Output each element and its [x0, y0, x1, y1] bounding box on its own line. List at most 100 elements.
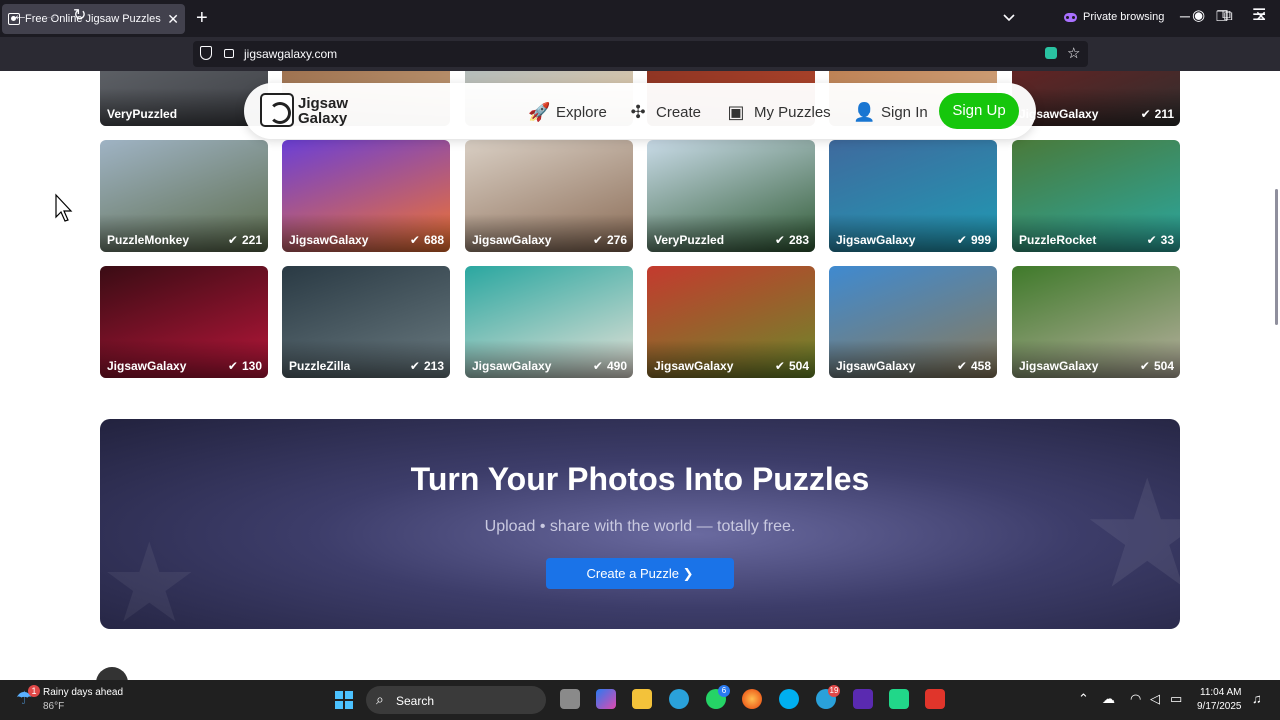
puzzle-box-icon: ▣: [727, 102, 745, 122]
user-icon: 👤: [853, 102, 876, 122]
reload-icon[interactable]: ↻: [73, 7, 86, 25]
clock-date[interactable]: 9/17/2025: [1197, 701, 1242, 712]
puzzle-tile[interactable]: JigsawGalaxy ✔ 490: [465, 266, 633, 378]
notification-bell-icon[interactable]: ♫: [1252, 691, 1262, 706]
create-puzzle-banner: ★ ★ Turn Your Photos Into Puzzles Upload…: [100, 419, 1180, 629]
play-count-value: 283: [788, 233, 809, 247]
logo-line-2: Galaxy: [298, 110, 348, 127]
close-tab-icon[interactable]: ✕: [167, 11, 179, 28]
banner-subtitle: Upload • share with the world — totally …: [484, 518, 796, 535]
bookmark-star-icon[interactable]: ☆: [1067, 44, 1080, 62]
puzzle-play-count: ✔ 490: [593, 359, 627, 373]
puzzle-piece-icon: ✣: [630, 102, 646, 122]
task-view-icon[interactable]: [560, 689, 580, 709]
file-explorer-icon[interactable]: [632, 689, 652, 709]
play-count-value: 211: [1154, 107, 1174, 121]
puzzle-play-count: ✔ 221: [228, 233, 262, 247]
puzzle-tile[interactable]: VeryPuzzled ✔ 283: [647, 140, 815, 252]
puzzle-author: PuzzleRocket: [1019, 233, 1097, 247]
puzzle-author: JigsawGalaxy: [836, 233, 916, 247]
chevron-right-icon: ❯: [682, 566, 694, 581]
puzzle-tile[interactable]: JigsawGalaxy ✔ 688: [282, 140, 450, 252]
telegram-badge: 19: [828, 685, 840, 697]
extensions-puzzle-icon[interactable]: ⧉: [1222, 7, 1233, 25]
nav-sign-in-label: Sign In: [881, 103, 928, 121]
back-icon[interactable]: ←: [12, 7, 28, 25]
new-tab-icon[interactable]: +: [196, 8, 208, 28]
firefox-private-icon[interactable]: [853, 689, 873, 709]
checkmark-icon: ✔: [956, 359, 967, 373]
firefox-icon[interactable]: [742, 689, 762, 709]
browser-tab[interactable]: Free Online Jigsaw Puzzles for A ✕: [2, 4, 185, 34]
puzzle-tile[interactable]: JigsawGalaxy ✔ 999: [829, 140, 997, 252]
weather-summary[interactable]: Rainy days ahead: [43, 687, 123, 698]
play-count-value: 688: [423, 233, 444, 247]
scrollbar[interactable]: [1275, 189, 1278, 325]
pycharm-icon[interactable]: [889, 689, 909, 709]
private-mask-icon: [1064, 12, 1077, 22]
puzzle-tile[interactable]: JigsawGalaxy ✔ 458: [829, 266, 997, 378]
jigsaw-galaxy-logo-icon[interactable]: [260, 93, 294, 127]
skype-icon[interactable]: [779, 689, 799, 709]
puzzle-tile[interactable]: PuzzleMonkey ✔ 221: [100, 140, 268, 252]
volume-icon[interactable]: ◁: [1150, 691, 1160, 707]
checkmark-icon: ✔: [956, 233, 967, 247]
recorder-icon[interactable]: [925, 689, 945, 709]
puzzle-play-count: ✔ 213: [410, 359, 444, 373]
puzzle-play-count: ✔ 130: [228, 359, 262, 373]
nav-create[interactable]: ✣ Create: [628, 102, 701, 122]
play-count-value: 221: [241, 233, 262, 247]
puzzle-tile[interactable]: JigsawGalaxy ✔ 504: [647, 266, 815, 378]
windows-start-icon[interactable]: [335, 691, 353, 709]
extension-icon[interactable]: [1045, 47, 1057, 59]
url-text[interactable]: jigsawgalaxy.com: [244, 47, 337, 61]
copilot-icon[interactable]: [596, 689, 616, 709]
checkmark-icon: ✔: [227, 233, 238, 247]
puzzle-author: JigsawGalaxy: [654, 359, 734, 373]
hamburger-menu-icon[interactable]: ☰: [1252, 7, 1266, 25]
puzzle-play-count: ✔ 211: [1141, 107, 1174, 121]
clock-time[interactable]: 11:04 AM: [1200, 687, 1242, 698]
puzzle-play-count: ✔ 276: [593, 233, 627, 247]
private-browsing-label: Private browsing: [1083, 11, 1165, 23]
weather-temperature[interactable]: 86°F: [43, 701, 64, 712]
puzzle-tile[interactable]: JigsawGalaxy ✔ 211: [1012, 71, 1180, 126]
create-a-puzzle-button[interactable]: Create a Puzzle ❯: [546, 558, 734, 589]
sign-up-button[interactable]: Sign Up: [939, 93, 1019, 129]
puzzle-author: JigsawGalaxy: [472, 359, 552, 373]
play-count-value: 458: [970, 359, 991, 373]
account-icon[interactable]: ◉: [1192, 7, 1205, 25]
tab-bar: Free Online Jigsaw Puzzles for A ✕ + Pri…: [0, 0, 1280, 37]
lock-icon[interactable]: [224, 49, 234, 58]
checkmark-icon: ✔: [1139, 359, 1150, 373]
tracking-protection-shield-icon[interactable]: [200, 46, 212, 60]
puzzle-tile[interactable]: JigsawGalaxy ✔ 130: [100, 266, 268, 378]
nav-explore-label: Explore: [556, 103, 607, 121]
puzzle-play-count: ✔ 504: [775, 359, 809, 373]
puzzle-tile[interactable]: VeryPuzzled: [100, 71, 268, 126]
nav-my-puzzles[interactable]: ▣ My Puzzles: [726, 102, 830, 122]
wifi-icon[interactable]: ◠: [1130, 691, 1141, 707]
puzzle-tile[interactable]: PuzzleZilla ✔ 213: [282, 266, 450, 378]
checkmark-icon: ✔: [227, 359, 238, 373]
nav-explore[interactable]: 🚀 Explore: [528, 102, 607, 122]
taskbar-search[interactable]: ⌕ Search: [366, 686, 546, 714]
logo-text[interactable]: Jigsaw Galaxy: [298, 96, 358, 126]
puzzle-tile[interactable]: JigsawGalaxy ✔ 276: [465, 140, 633, 252]
battery-icon[interactable]: ▭: [1170, 691, 1182, 707]
forward-icon[interactable]: →: [42, 7, 58, 25]
telegram-icon[interactable]: [669, 689, 689, 709]
puzzle-author: VeryPuzzled: [654, 233, 725, 247]
nav-sign-in[interactable]: 👤 Sign In: [853, 102, 928, 122]
category-icon: [96, 667, 128, 680]
onedrive-icon[interactable]: ☁: [1102, 691, 1115, 707]
show-hidden-icons-icon[interactable]: ⌃: [1078, 691, 1089, 707]
play-count-value: 33: [1160, 233, 1174, 247]
star-decoration-icon: ★: [100, 522, 199, 630]
chevron-down-icon[interactable]: [1002, 10, 1016, 24]
puzzle-tile[interactable]: JigsawGalaxy ✔ 504: [1012, 266, 1180, 378]
play-count-value: 504: [1153, 359, 1174, 373]
weather-badge: 1: [28, 685, 40, 697]
puzzle-tile[interactable]: PuzzleRocket ✔ 33: [1012, 140, 1180, 252]
puzzle-author: JigsawGalaxy: [289, 233, 369, 247]
